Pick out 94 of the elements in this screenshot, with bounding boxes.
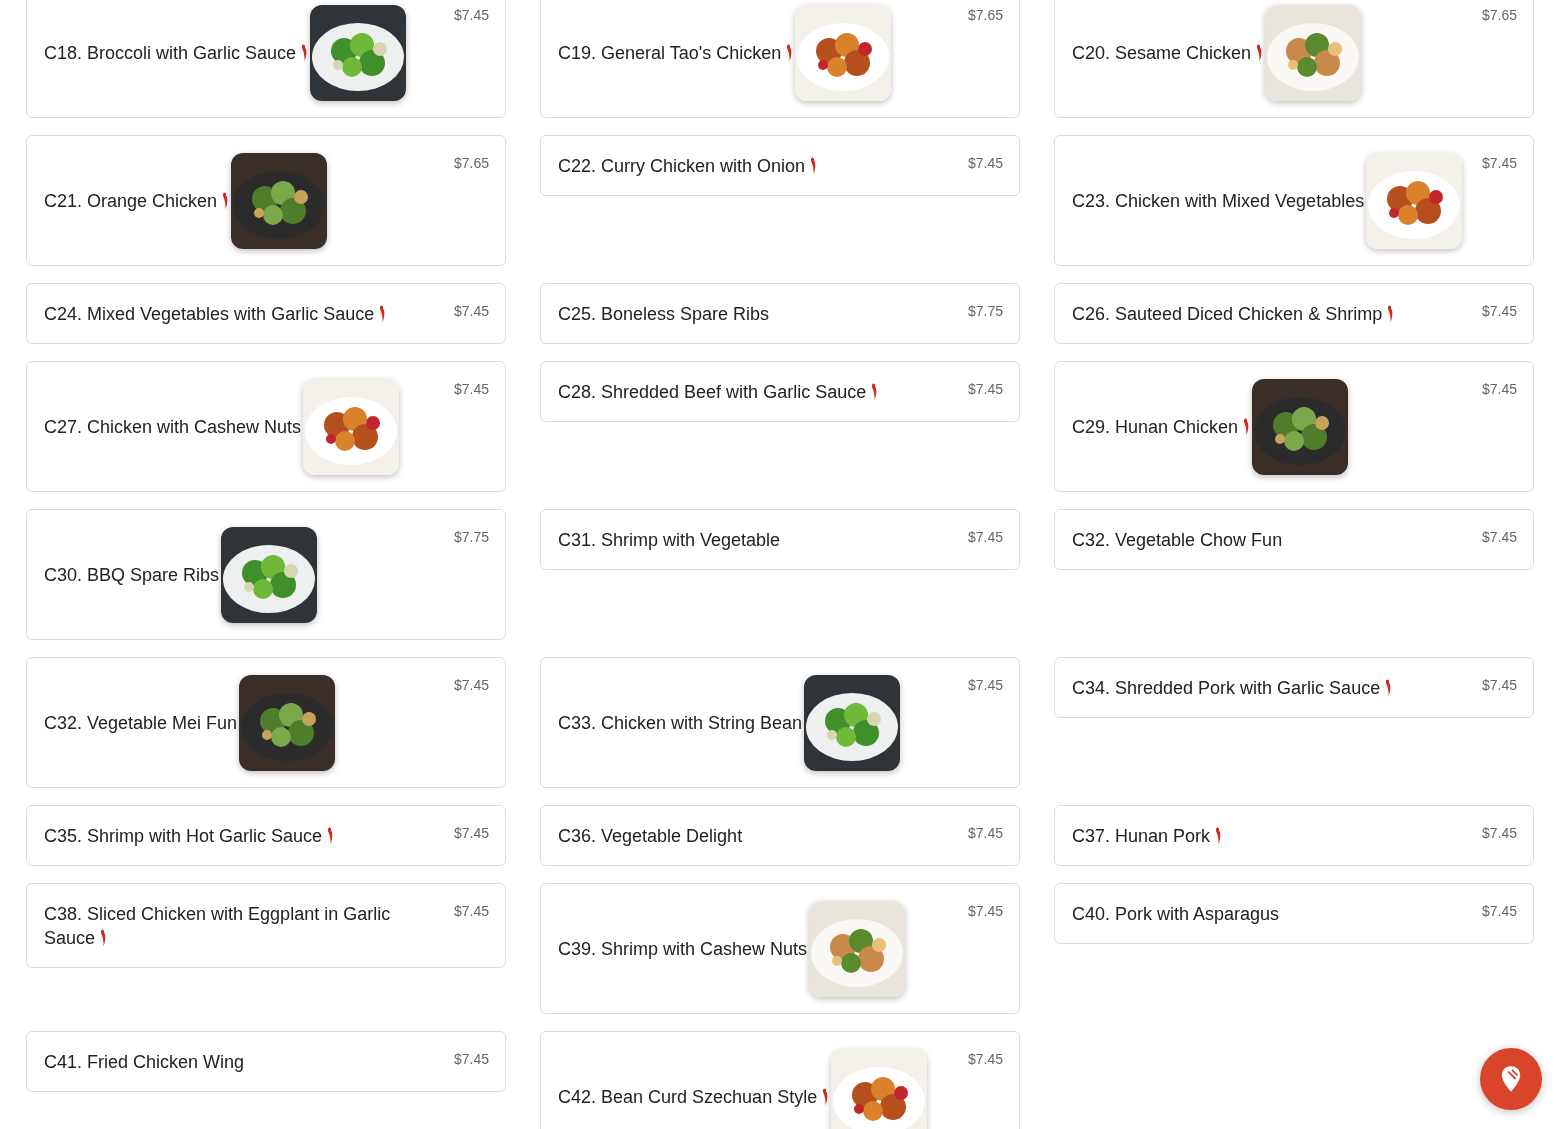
menu-item-card[interactable]: C23. Chicken with Mixed Vegetables $7.45	[1054, 135, 1534, 266]
chili-pepper-icon	[221, 192, 230, 210]
dish-name: C37. Hunan Pork	[1072, 823, 1223, 849]
dish-name: C21. Orange Chicken	[44, 188, 230, 214]
dish-name: C18. Broccoli with Garlic Sauce	[44, 40, 309, 66]
floating-action-button[interactable]	[1480, 1048, 1542, 1110]
menu-item-card[interactable]: C27. Chicken with Cashew Nuts $7.45	[26, 361, 506, 492]
dish-name: C28. Shredded Beef with Garlic Sauce	[558, 379, 879, 405]
dish-name: C23. Chicken with Mixed Vegetables	[1072, 190, 1365, 213]
dish-name: C39. Shrimp with Cashew Nuts	[558, 938, 808, 961]
price: $7.45	[453, 381, 489, 397]
dish-name: C36. Vegetable Delight	[558, 825, 743, 848]
menu-item-card[interactable]: C20. Sesame Chicken $7.65	[1054, 0, 1534, 118]
price: $7.45	[967, 677, 1003, 693]
dish-name: C42. Bean Curd Szechuan Style	[558, 1084, 830, 1110]
chili-pepper-icon	[1255, 44, 1264, 62]
price: $7.45	[453, 7, 489, 23]
price: $7.45	[967, 381, 1003, 397]
dish-name: C35. Shrimp with Hot Garlic Sauce	[44, 823, 335, 849]
dish-name: C25. Boneless Spare Ribs	[558, 303, 770, 326]
menu-item-card[interactable]: C29. Hunan Chicken $7.45	[1054, 361, 1534, 492]
chili-pepper-icon	[809, 157, 818, 175]
price: $7.45	[967, 1051, 1003, 1067]
menu-item-card[interactable]: C31. Shrimp with Vegetable $7.45	[540, 509, 1020, 570]
chili-pepper-icon	[1386, 305, 1395, 323]
dish-name: C33. Chicken with String Bean	[558, 712, 803, 735]
menu-item-card[interactable]: C41. Fried Chicken Wing $7.45	[26, 1031, 506, 1092]
menu-item-card[interactable]: C25. Boneless Spare Ribs $7.75	[540, 283, 1020, 344]
price: $7.65	[453, 155, 489, 171]
price: $7.45	[453, 1051, 489, 1067]
location-pin-icon	[1500, 1065, 1522, 1093]
menu-item-card[interactable]: C18. Broccoli with Garlic Sauce $7.45	[26, 0, 506, 118]
price: $7.65	[1481, 7, 1517, 23]
price: $7.45	[453, 825, 489, 841]
chili-pepper-icon	[1384, 679, 1393, 697]
dish-name: C31. Shrimp with Vegetable	[558, 529, 781, 552]
menu-item-card[interactable]: C21. Orange Chicken $7.65	[26, 135, 506, 266]
dish-name: C32. Vegetable Chow Fun	[1072, 529, 1283, 552]
price: $7.45	[1481, 381, 1517, 397]
price: $7.45	[453, 303, 489, 319]
price: $7.45	[967, 903, 1003, 919]
price: $7.45	[1481, 825, 1517, 841]
menu-item-card[interactable]: C22. Curry Chicken with Onion $7.45	[540, 135, 1020, 196]
chili-pepper-icon	[326, 827, 335, 845]
dish-name: C29. Hunan Chicken	[1072, 414, 1251, 440]
price: $7.45	[453, 903, 489, 919]
menu-item-card[interactable]: C24. Mixed Vegetables with Garlic Sauce $7.45	[26, 283, 506, 344]
price: $7.65	[967, 7, 1003, 23]
dish-name: C24. Mixed Vegetables with Garlic Sauce	[44, 301, 387, 327]
chili-pepper-icon	[99, 929, 108, 947]
chili-pepper-icon	[378, 305, 387, 323]
menu-item-card[interactable]: C32. Vegetable Mei Fun $7.45	[26, 657, 506, 788]
menu-item-card[interactable]: C34. Shredded Pork with Garlic Sauce $7.45	[1054, 657, 1534, 718]
menu-item-card[interactable]: C19. General Tao's Chicken $7.65	[540, 0, 1020, 118]
price: $7.45	[967, 825, 1003, 841]
dish-name: C41. Fried Chicken Wing	[44, 1051, 245, 1074]
chili-pepper-icon	[785, 44, 794, 62]
menu-item-card[interactable]: C26. Sauteed Diced Chicken & Shrimp $7.45	[1054, 283, 1534, 344]
chili-pepper-icon	[1214, 827, 1223, 845]
menu-item-card[interactable]: C40. Pork with Asparagus $7.45	[1054, 883, 1534, 944]
dish-name: C20. Sesame Chicken	[1072, 40, 1264, 66]
chili-pepper-icon	[300, 44, 309, 62]
price: $7.45	[1481, 529, 1517, 545]
price: $7.75	[967, 303, 1003, 319]
dish-name: C26. Sauteed Diced Chicken & Shrimp	[1072, 301, 1395, 327]
menu-item-card[interactable]: C32. Vegetable Chow Fun $7.45	[1054, 509, 1534, 570]
dish-name: C30. BBQ Spare Ribs	[44, 564, 220, 587]
dish-name: C27. Chicken with Cashew Nuts	[44, 416, 302, 439]
price: $7.45	[967, 529, 1003, 545]
menu-item-card[interactable]: C36. Vegetable Delight $7.45	[540, 805, 1020, 866]
dish-name: C40. Pork with Asparagus	[1072, 903, 1280, 926]
chili-pepper-icon	[870, 383, 879, 401]
menu-item-card[interactable]: C38. Sliced Chicken with Eggplant in Garlic Sauce $7.45	[26, 883, 506, 968]
menu-item-card[interactable]: C30. BBQ Spare Ribs $7.75	[26, 509, 506, 640]
price: $7.45	[1481, 303, 1517, 319]
menu-item-card[interactable]: C37. Hunan Pork $7.45	[1054, 805, 1534, 866]
menu-item-card[interactable]: C33. Chicken with String Bean $7.45	[540, 657, 1020, 788]
price: $7.45	[1481, 677, 1517, 693]
chili-pepper-icon	[821, 1088, 830, 1106]
dish-name: C34. Shredded Pork with Garlic Sauce	[1072, 675, 1393, 701]
price: $7.45	[453, 677, 489, 693]
menu-item-card[interactable]: C42. Bean Curd Szechuan Style $7.45	[540, 1031, 1020, 1129]
menu-item-card[interactable]: C39. Shrimp with Cashew Nuts $7.45	[540, 883, 1020, 1014]
dish-name: C19. General Tao's Chicken	[558, 40, 794, 66]
chili-pepper-icon	[1242, 418, 1251, 436]
dish-name: C38. Sliced Chicken with Eggplant in Garlic Sauce	[44, 903, 392, 950]
price: $7.45	[967, 155, 1003, 171]
menu-item-card[interactable]: C28. Shredded Beef with Garlic Sauce $7.45	[540, 361, 1020, 422]
price: $7.45	[1481, 155, 1517, 171]
menu-item-card[interactable]: C35. Shrimp with Hot Garlic Sauce $7.45	[26, 805, 506, 866]
dish-name: C22. Curry Chicken with Onion	[558, 153, 818, 179]
dish-name: C32. Vegetable Mei Fun	[44, 712, 238, 735]
price: $7.45	[1481, 903, 1517, 919]
price: $7.75	[453, 529, 489, 545]
